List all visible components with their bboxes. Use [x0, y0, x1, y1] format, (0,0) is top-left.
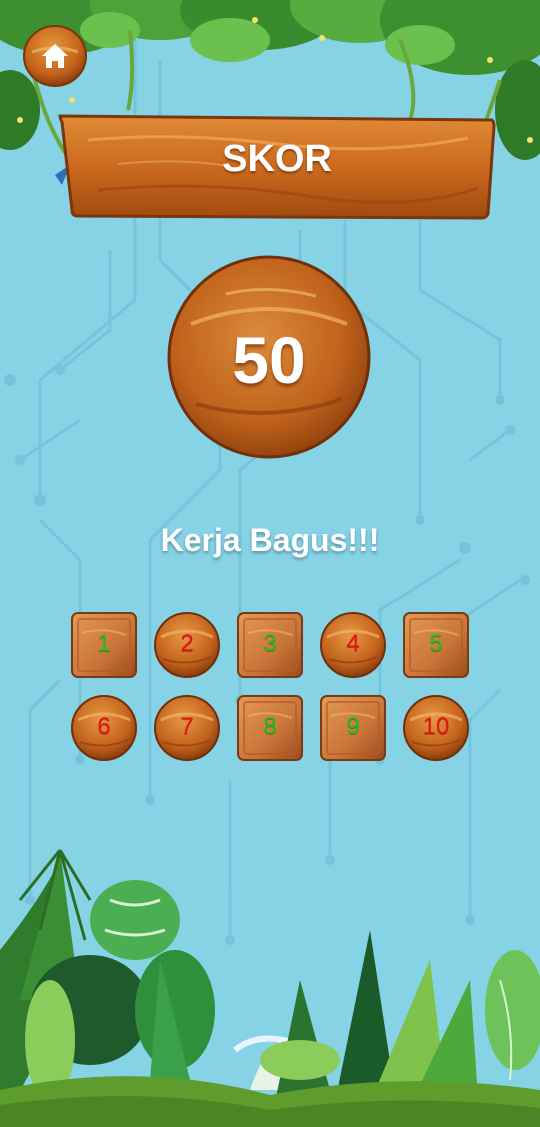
question-number-wrong: 6: [97, 713, 111, 740]
question-number-correct: 1: [97, 630, 111, 657]
question-number-correct: 9: [346, 713, 360, 740]
question-number-wrong: 7: [180, 713, 194, 740]
question-tile-3[interactable]: 3: [236, 611, 304, 679]
question-tile-9[interactable]: 9: [319, 694, 387, 762]
question-number-correct: 3: [263, 630, 277, 657]
question-number-wrong: 10: [422, 713, 450, 740]
question-tile-5[interactable]: 5: [402, 611, 470, 679]
question-tile-2[interactable]: 2: [153, 611, 221, 679]
question-number-wrong: 2: [180, 630, 194, 657]
game-screen: SKOR 50 Kerja Bagus!!! 1 2 3 4 5 6 7 8 9 10: [0, 0, 540, 1127]
question-tile-4[interactable]: 4: [319, 611, 387, 679]
score-value: 50: [232, 323, 306, 397]
question-tile-6[interactable]: 6: [70, 694, 138, 762]
question-tile-8[interactable]: 8: [236, 694, 304, 762]
result-message: Kerja Bagus!!!: [160, 522, 380, 558]
home-button[interactable]: [22, 24, 88, 88]
question-number-wrong: 4: [346, 630, 360, 657]
question-tile-1[interactable]: 1: [70, 611, 138, 679]
question-number-correct: 5: [429, 630, 443, 657]
question-tile-10[interactable]: 10: [402, 694, 470, 762]
question-number-correct: 8: [263, 713, 277, 740]
score-title: SKOR: [222, 138, 332, 180]
question-tile-7[interactable]: 7: [153, 694, 221, 762]
